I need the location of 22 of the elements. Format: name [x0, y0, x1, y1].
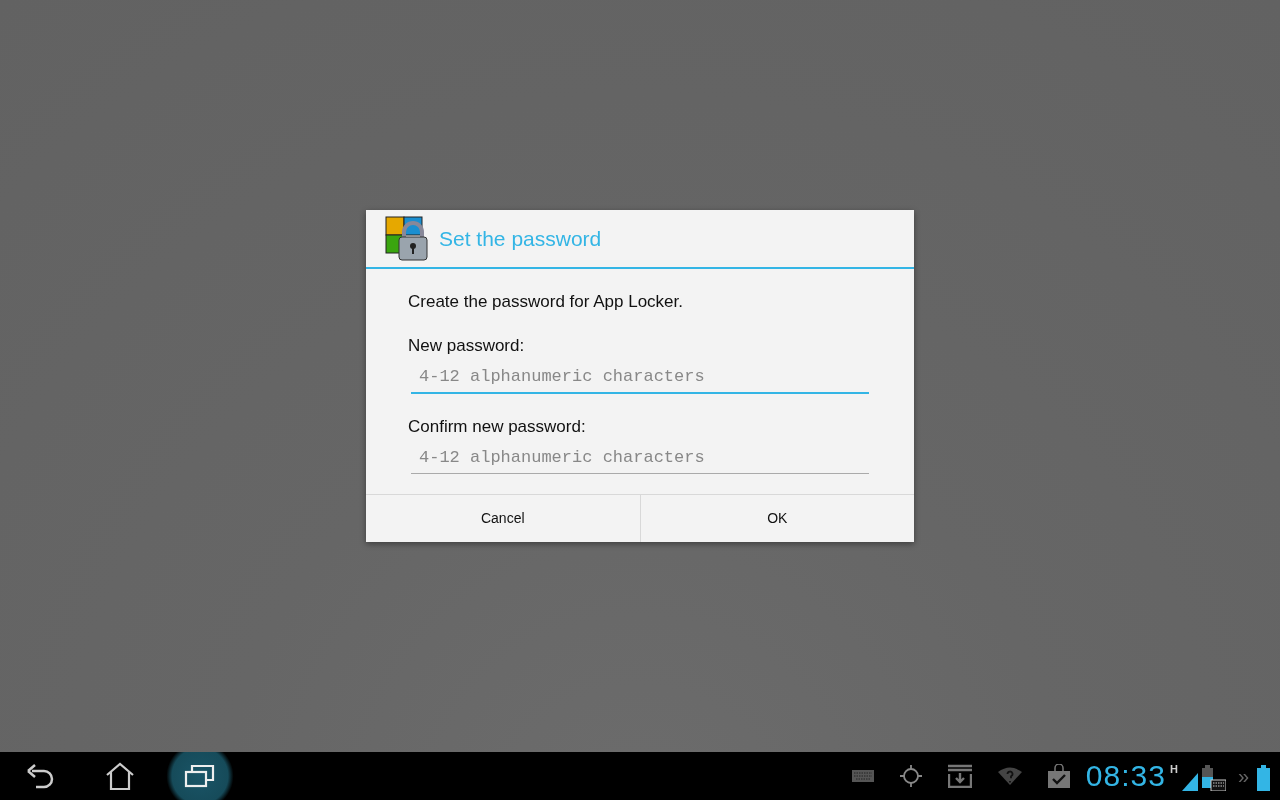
keyboard-icon — [851, 770, 874, 782]
dialog-message: Create the password for App Locker. — [408, 291, 684, 314]
clock: 08:33 — [1085, 761, 1166, 791]
network-type-label: H — [1169, 762, 1178, 777]
password-field[interactable]: 4-12 alphanumeric characters — [411, 362, 869, 394]
signal-icon — [1181, 773, 1198, 791]
home-icon — [105, 762, 135, 790]
password-field[interactable]: 4-12 alphanumeric characters — [411, 443, 869, 474]
shopping-bag-check-icon — [1047, 764, 1070, 788]
dialog-button[interactable]: Cancel — [366, 494, 640, 542]
app-lock-icon — [385, 215, 429, 262]
download-tray-icon — [947, 764, 972, 788]
battery-icon — [1257, 765, 1270, 791]
wifi-question-icon — [997, 766, 1022, 786]
field-label: Confirm new password: — [408, 415, 587, 438]
overflow-chevron[interactable]: » — [1237, 761, 1249, 791]
field-label: New password: — [408, 334, 526, 357]
tablet-battery-icon — [1201, 765, 1226, 791]
stacked-windows-icon — [184, 763, 216, 789]
location-icon — [899, 765, 922, 787]
dialog-title: Set the password — [439, 225, 602, 252]
dialog-button[interactable]: OK — [639, 494, 914, 542]
